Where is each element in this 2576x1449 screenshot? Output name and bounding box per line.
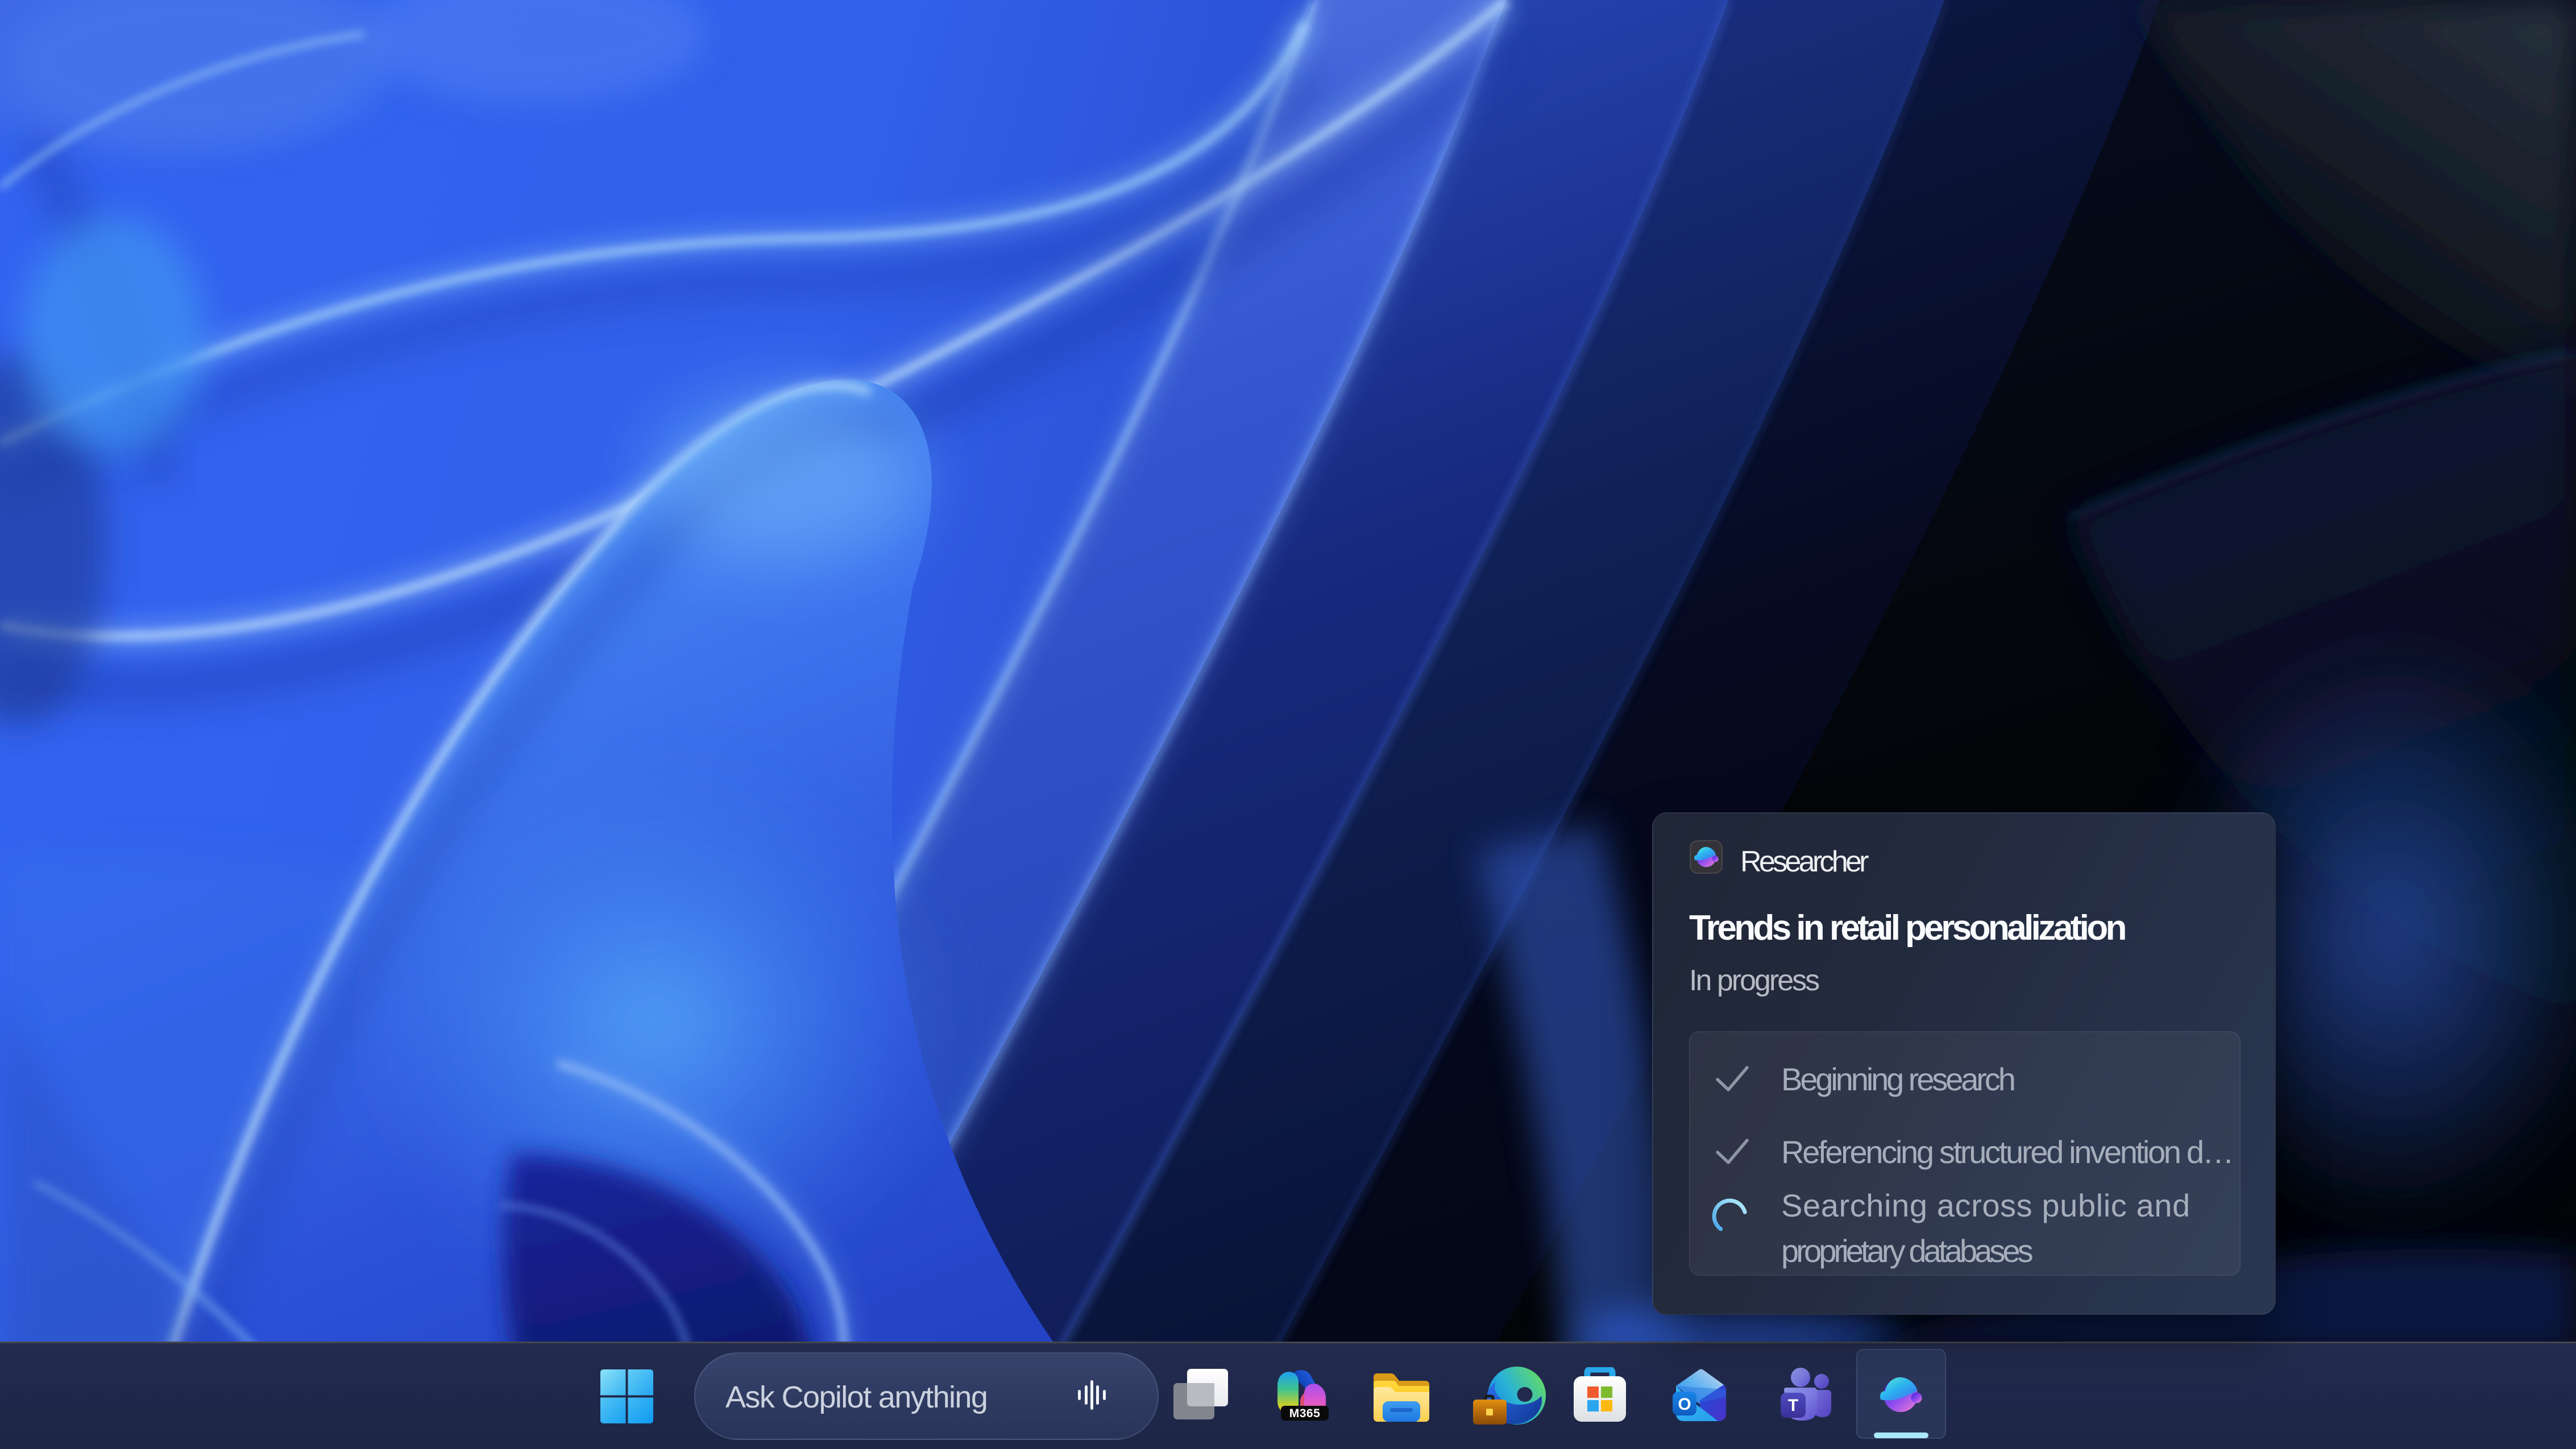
svg-text:O: O (1678, 1395, 1691, 1414)
svg-text:T: T (1788, 1396, 1798, 1415)
svg-text:M365: M365 (1289, 1407, 1321, 1420)
